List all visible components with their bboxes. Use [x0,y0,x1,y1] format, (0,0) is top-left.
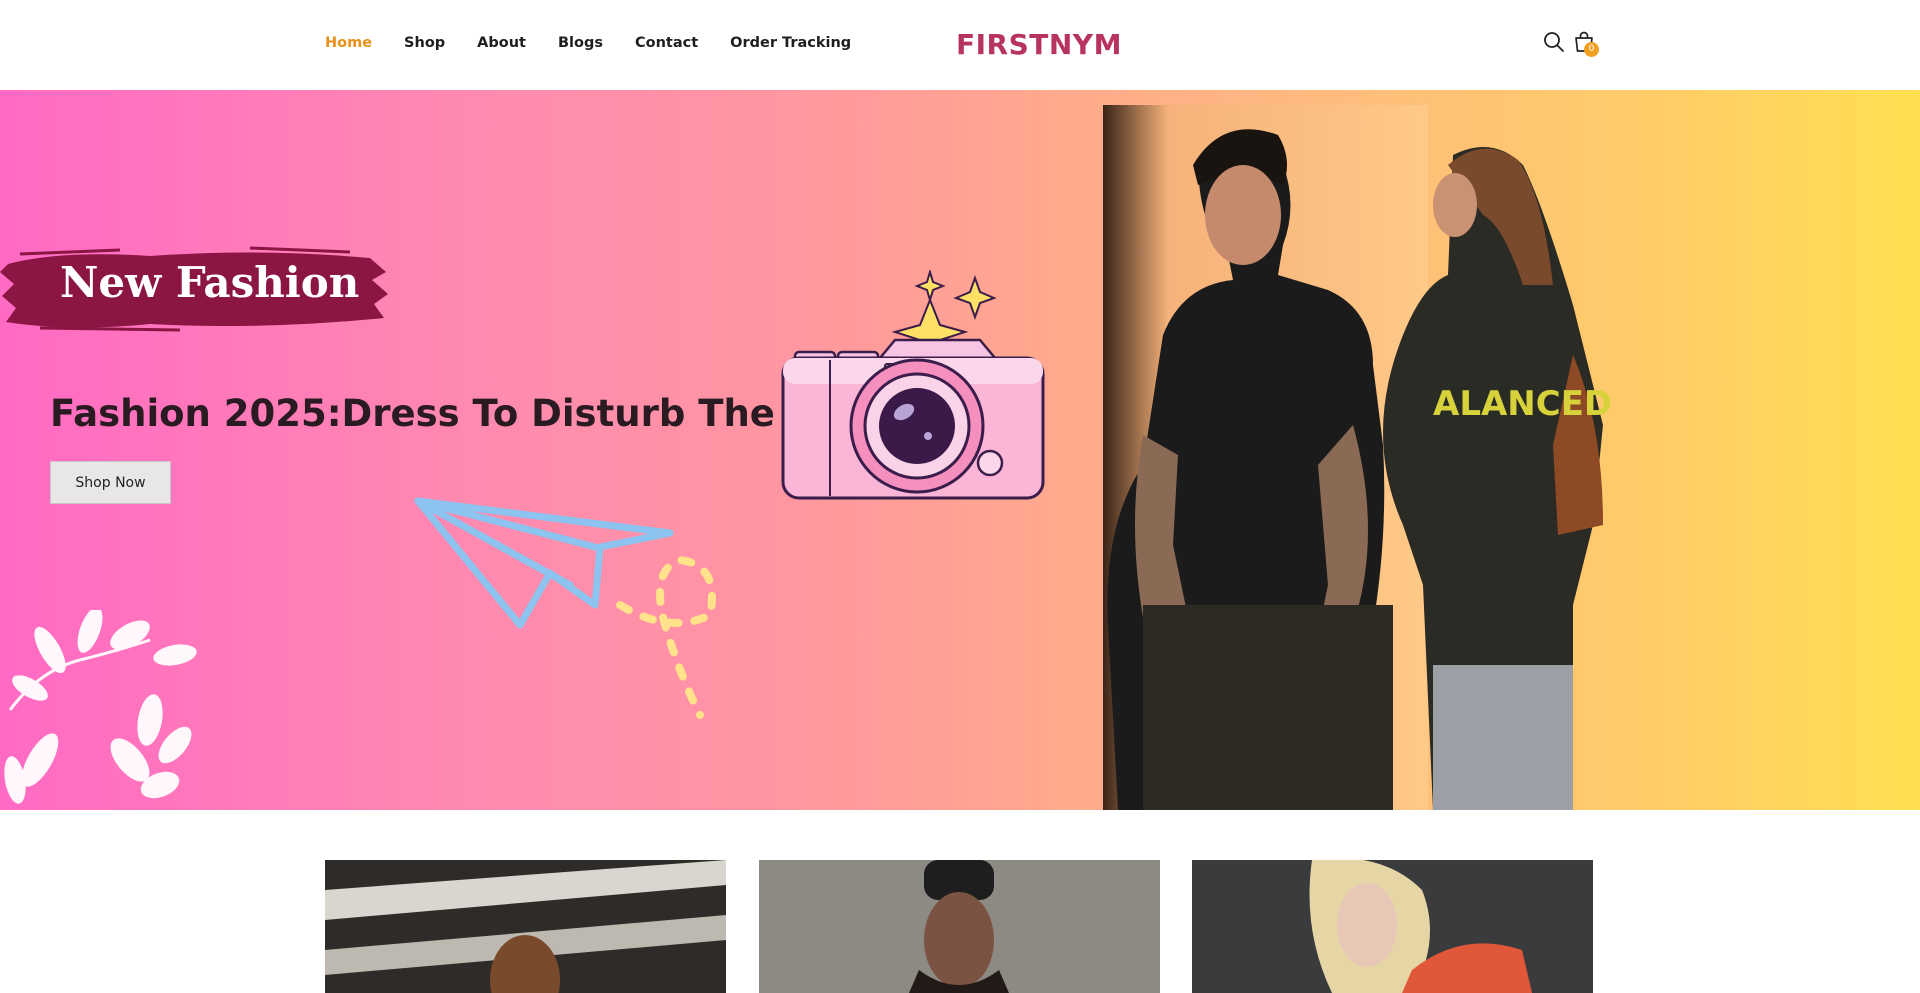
shirt-print-text: ALANCED [1433,384,1612,424]
hero-banner: New Fashion Fashion 2025:Dress To Distur… [0,90,1920,810]
nav-home[interactable]: Home [325,35,372,51]
search-icon[interactable] [1542,30,1566,54]
site-header: Home Shop About Blogs Contact Order Trac… [0,0,1920,90]
main-nav: Home Shop About Blogs Contact Order Trac… [325,35,883,51]
nav-blogs[interactable]: Blogs [558,35,603,51]
cart-count-badge: 0 [1584,42,1599,57]
category-card-2-image[interactable] [759,860,1160,993]
category-card-3-image[interactable] [1192,860,1593,993]
hero-badge-text: New Fashion [60,258,360,307]
hero-models-photo: ALANCED [1103,105,1612,810]
site-logo[interactable]: FIRSTNYM [956,28,1122,61]
shop-now-button[interactable]: Shop Now [50,461,171,504]
nav-about[interactable]: About [477,35,526,51]
nav-shop[interactable]: Shop [404,35,445,51]
nav-contact[interactable]: Contact [635,35,698,51]
camera-illustration [781,270,1045,500]
paper-plane-illustration [414,497,716,719]
nav-order-tracking[interactable]: Order Tracking [730,35,851,51]
category-card-1-image[interactable] [325,860,726,993]
leaves-decoration [4,610,197,804]
